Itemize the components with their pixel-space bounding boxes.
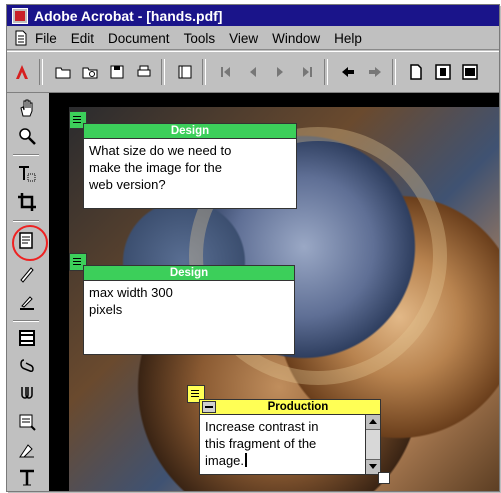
toolbar-separator bbox=[202, 59, 206, 85]
first-page-icon[interactable] bbox=[214, 60, 238, 84]
note-popup[interactable]: Design What size do we need to make the … bbox=[83, 123, 297, 209]
note-author: Production bbox=[267, 401, 329, 413]
actual-size-icon[interactable] bbox=[404, 60, 428, 84]
prev-page-icon[interactable] bbox=[241, 60, 265, 84]
resize-handle[interactable] bbox=[378, 472, 390, 484]
note-popup[interactable]: Production Increase contrast in this fra… bbox=[199, 399, 390, 484]
menu-help[interactable]: Help bbox=[334, 31, 362, 46]
menu-view[interactable]: View bbox=[229, 31, 258, 46]
fit-page-icon[interactable] bbox=[431, 60, 455, 84]
signature-icon[interactable] bbox=[15, 438, 39, 462]
toolbar-separator bbox=[324, 59, 328, 85]
search-folder-icon[interactable] bbox=[78, 60, 102, 84]
crop-icon[interactable] bbox=[15, 190, 39, 214]
toolbar-separator bbox=[39, 59, 43, 85]
open-folder-icon[interactable] bbox=[51, 60, 75, 84]
go-forward-icon[interactable] bbox=[363, 60, 387, 84]
note-text[interactable]: What size do we need to make the image f… bbox=[84, 139, 296, 196]
note-text[interactable]: max width 300 pixels bbox=[84, 281, 294, 321]
main-toolbar bbox=[7, 51, 499, 93]
note-author: Design bbox=[84, 124, 296, 139]
zoom-icon[interactable] bbox=[15, 124, 39, 148]
tool-separator bbox=[13, 220, 39, 222]
note-header: Production bbox=[200, 400, 380, 415]
link-icon[interactable] bbox=[15, 382, 39, 406]
save-icon[interactable] bbox=[105, 60, 129, 84]
go-back-icon[interactable] bbox=[336, 60, 360, 84]
note-author: Design bbox=[84, 266, 294, 281]
thumbnails-icon[interactable] bbox=[173, 60, 197, 84]
toolbar-separator bbox=[392, 59, 396, 85]
document-icon[interactable] bbox=[13, 30, 29, 46]
text-select-icon[interactable] bbox=[15, 162, 39, 186]
acrobat-window: Adobe Acrobat - [hands.pdf] File Edit Do… bbox=[6, 4, 500, 492]
tool-separator bbox=[13, 154, 39, 156]
title-bar[interactable]: Adobe Acrobat - [hands.pdf] bbox=[7, 5, 499, 26]
movie-icon[interactable] bbox=[15, 326, 39, 350]
note-text[interactable]: Increase contrast in this fragment of th… bbox=[200, 415, 380, 472]
touchup-text-icon[interactable] bbox=[15, 466, 39, 490]
toolbar-separator bbox=[161, 59, 165, 85]
attach-icon[interactable] bbox=[15, 354, 39, 378]
text-caret bbox=[245, 453, 248, 467]
note-scrollbar[interactable] bbox=[365, 415, 380, 474]
note-popup[interactable]: Design max width 300 pixels bbox=[83, 265, 295, 355]
window-title: Adobe Acrobat - [hands.pdf] bbox=[34, 7, 223, 24]
highlight-icon[interactable] bbox=[15, 290, 39, 314]
last-page-icon[interactable] bbox=[295, 60, 319, 84]
form-icon[interactable] bbox=[15, 410, 39, 434]
menu-bar: File Edit Document Tools View Window Hel… bbox=[7, 27, 499, 50]
tool-sidebar bbox=[7, 92, 48, 491]
menu-edit[interactable]: Edit bbox=[71, 31, 94, 46]
menu-tools[interactable]: Tools bbox=[184, 31, 216, 46]
menu-window[interactable]: Window bbox=[272, 31, 320, 46]
acrobat-logo-icon[interactable] bbox=[10, 60, 34, 84]
document-view[interactable]: Design What size do we need to make the … bbox=[49, 93, 499, 491]
next-page-icon[interactable] bbox=[268, 60, 292, 84]
menu-document[interactable]: Document bbox=[108, 31, 170, 46]
menu-file[interactable]: File bbox=[35, 31, 57, 46]
hand-icon[interactable] bbox=[15, 96, 39, 120]
print-icon[interactable] bbox=[132, 60, 156, 84]
close-box-icon[interactable] bbox=[202, 401, 216, 413]
fit-width-icon[interactable] bbox=[458, 60, 482, 84]
pencil-icon[interactable] bbox=[15, 262, 39, 286]
tool-separator bbox=[13, 320, 39, 322]
scroll-up-arrow-icon[interactable] bbox=[366, 415, 380, 430]
note-tool-icon[interactable] bbox=[15, 229, 39, 253]
acrobat-app-icon[interactable] bbox=[12, 7, 28, 24]
note-text-content: Increase contrast in this fragment of th… bbox=[205, 419, 319, 468]
